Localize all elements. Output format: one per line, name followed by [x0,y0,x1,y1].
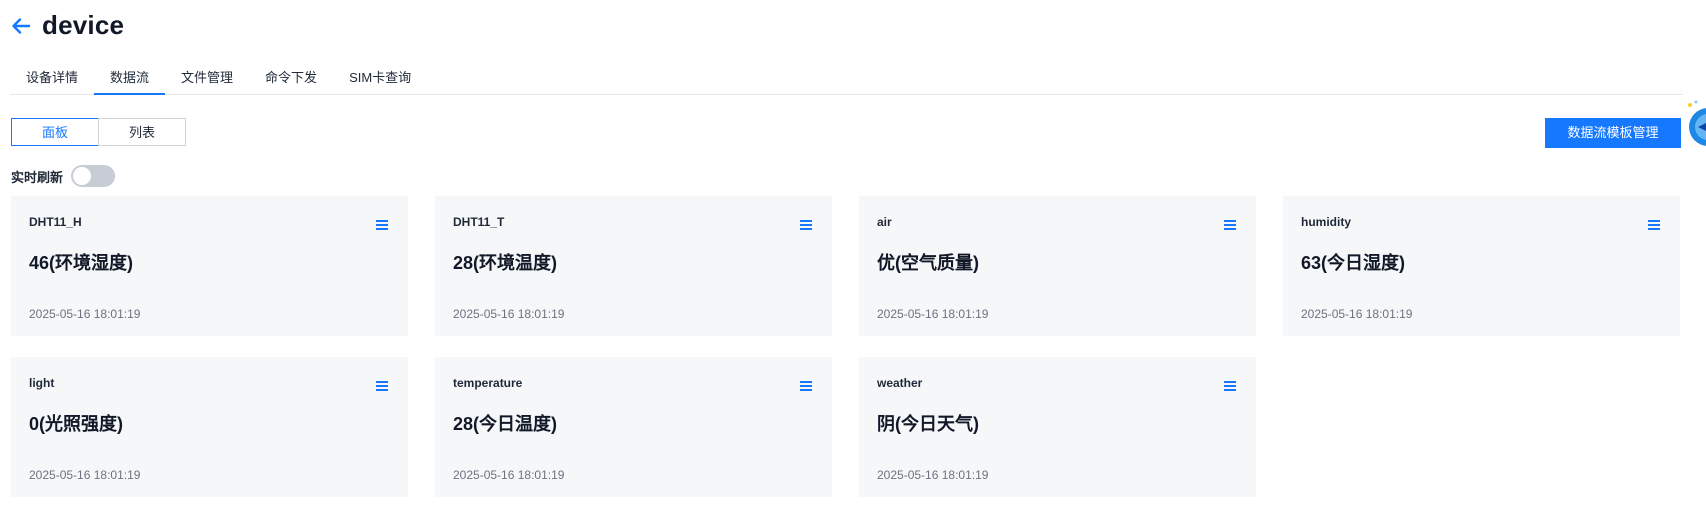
list-view-button[interactable]: 列表 [98,118,186,146]
tab-label: 文件管理 [181,70,234,85]
card-stream-name: temperature [453,376,523,390]
card-value: 优(空气质量) [877,253,979,273]
realtime-refresh-toggle[interactable] [71,165,116,187]
card-stream-name: air [877,215,892,229]
header: device [10,10,124,41]
data-stream-cards: DHT11_H 46(环境湿度) 2025-05-16 18:01:19 DHT… [11,196,1683,497]
card-timestamp: 2025-05-16 18:01:19 [877,468,989,482]
page: device 设备详情 数据流 文件管理 命令下发 SIM卡查询 面板 列表 数… [0,0,1706,513]
menu-icon[interactable] [1648,218,1660,230]
card-value: 46(环境湿度) [29,253,134,273]
card-value: 0(光照强度) [29,414,123,434]
card-timestamp: 2025-05-16 18:01:19 [453,307,565,321]
view-switch: 面板 列表 [11,118,186,146]
back-arrow-icon[interactable] [10,15,32,37]
data-card: temperature 28(今日温度) 2025-05-16 18:01:19 [435,357,832,497]
data-card: humidity 63(今日湿度) 2025-05-16 18:01:19 [1283,196,1680,336]
card-timestamp: 2025-05-16 18:01:19 [453,468,565,482]
tab-command-dispatch[interactable]: 命令下发 [249,62,333,94]
assistant-icon[interactable] [1684,99,1706,151]
realtime-refresh-label: 实时刷新 [11,169,64,185]
menu-icon[interactable] [1224,218,1236,230]
menu-icon[interactable] [376,379,388,391]
menu-icon[interactable] [800,379,812,391]
tab-device-details[interactable]: 设备详情 [10,62,94,94]
card-stream-name: DHT11_T [453,215,505,229]
card-timestamp: 2025-05-16 18:01:19 [29,468,141,482]
card-stream-name: humidity [1301,215,1351,229]
realtime-refresh: 实时刷新 [11,165,116,187]
tab-sim-card-query[interactable]: SIM卡查询 [333,62,427,94]
card-stream-name: DHT11_H [29,215,82,229]
data-card: DHT11_T 28(环境温度) 2025-05-16 18:01:19 [435,196,832,336]
tab-label: 数据流 [110,70,150,85]
tab-label: 命令下发 [265,70,318,85]
card-value: 28(今日温度) [453,414,558,434]
card-stream-name: weather [877,376,923,390]
data-card: DHT11_H 46(环境湿度) 2025-05-16 18:01:19 [11,196,408,336]
data-card: air 优(空气质量) 2025-05-16 18:01:19 [859,196,1256,336]
tab-data-stream[interactable]: 数据流 [94,62,166,95]
panel-view-button[interactable]: 面板 [11,118,99,146]
tab-label: 设备详情 [26,70,79,85]
template-management-button[interactable]: 数据流模板管理 [1545,118,1681,148]
card-value: 28(环境温度) [453,253,558,273]
data-card: weather 阴(今日天气) 2025-05-16 18:01:19 [859,357,1256,497]
card-stream-name: light [29,376,55,390]
menu-icon[interactable] [800,218,812,230]
tab-label: SIM卡查询 [349,70,412,85]
data-card: light 0(光照强度) 2025-05-16 18:01:19 [11,357,408,497]
card-value: 63(今日湿度) [1301,253,1406,273]
menu-icon[interactable] [1224,379,1236,391]
tab-file-management[interactable]: 文件管理 [165,62,249,94]
page-title: device [42,10,125,40]
card-timestamp: 2025-05-16 18:01:19 [1301,307,1413,321]
card-value: 阴(今日天气) [877,414,979,434]
toggle-knob [73,167,92,185]
menu-icon[interactable] [376,218,388,230]
tab-bar: 设备详情 数据流 文件管理 命令下发 SIM卡查询 [10,62,1683,95]
card-timestamp: 2025-05-16 18:01:19 [29,307,141,321]
card-timestamp: 2025-05-16 18:01:19 [877,307,989,321]
